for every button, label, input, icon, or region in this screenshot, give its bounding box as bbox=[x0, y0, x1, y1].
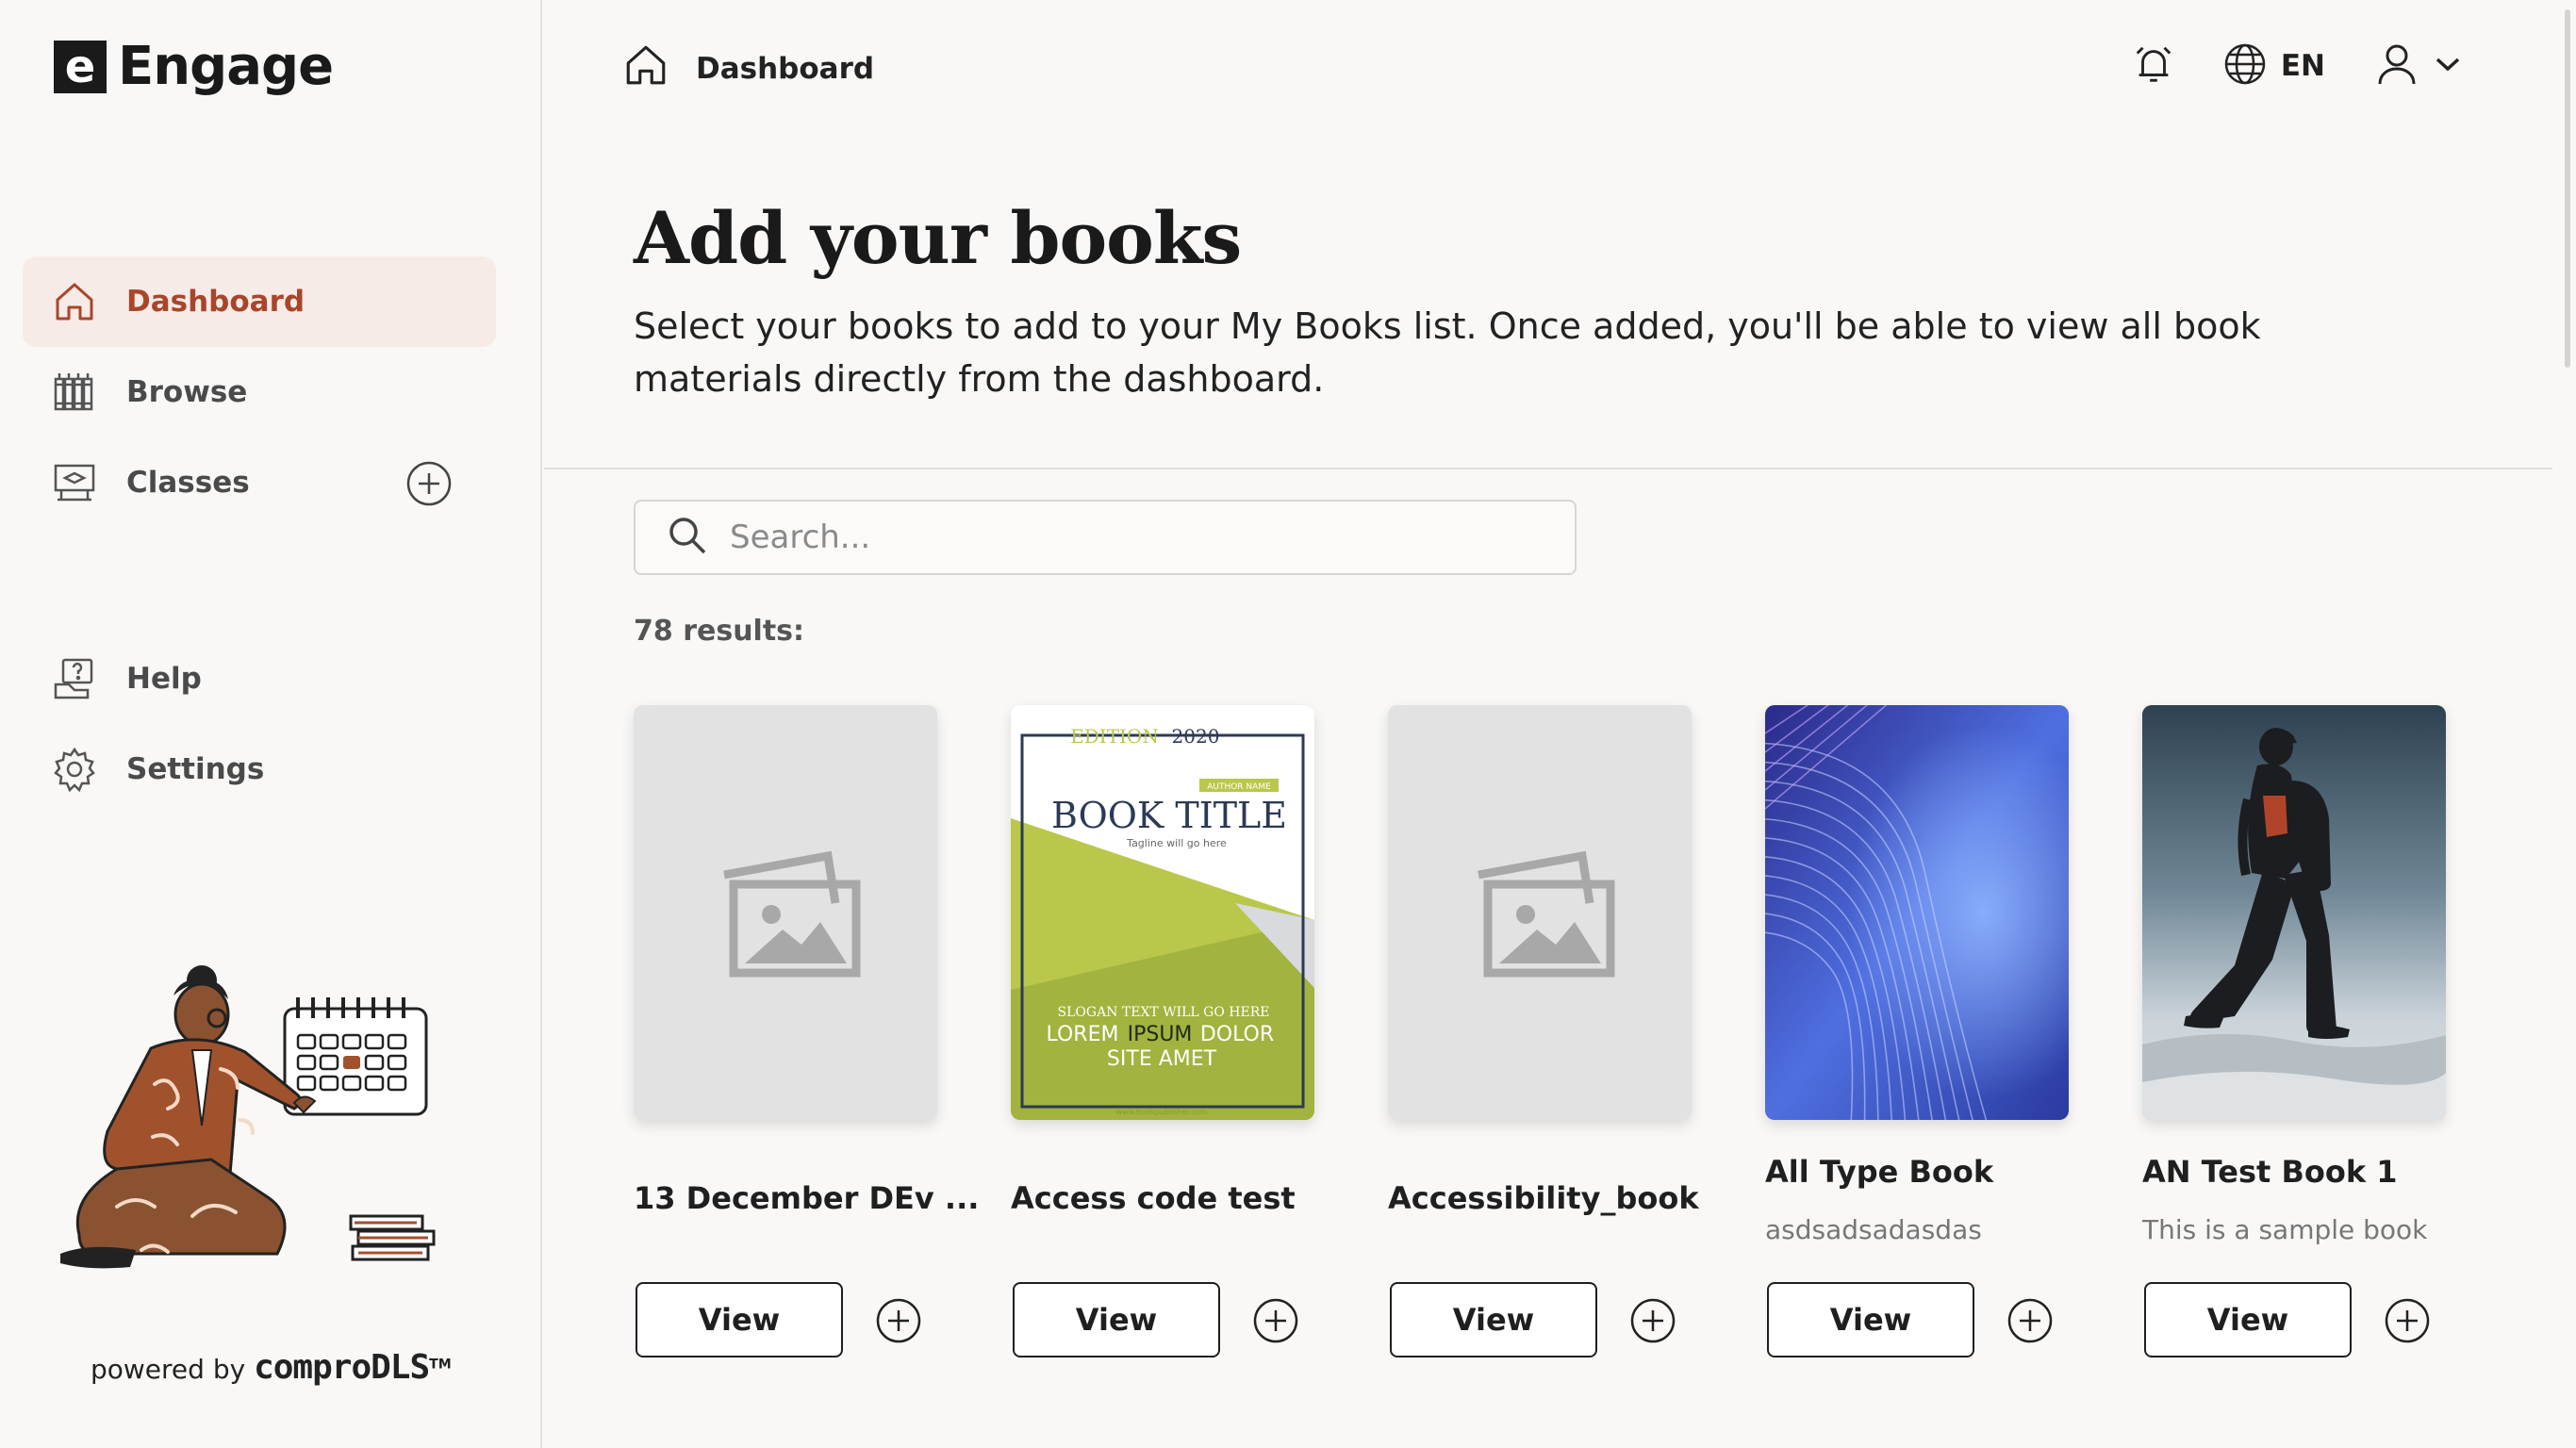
topbar-actions: EN bbox=[2132, 41, 2461, 90]
sidebar-item-label: Browse bbox=[126, 375, 248, 409]
sidebar: e Engage Dashboard Browse Classes Help S… bbox=[0, 0, 542, 1448]
results-count: 78 results: bbox=[634, 615, 805, 648]
cover-dolor: DOLOR bbox=[1200, 1023, 1274, 1046]
help-icon bbox=[51, 655, 98, 702]
logo-text: Engage bbox=[118, 36, 334, 97]
home-icon bbox=[622, 41, 669, 96]
sidebar-item-browse[interactable]: Browse bbox=[23, 347, 496, 437]
book-title[interactable]: Access code test bbox=[1011, 1180, 1296, 1216]
sidebar-nav: Dashboard Browse Classes bbox=[23, 256, 496, 528]
book-card: AUTHOR NAME EDITION 2020 BOOK TITLE Tagl… bbox=[1011, 705, 1314, 1358]
book-card: 13 December DEv ... View bbox=[634, 705, 979, 1358]
view-book-button[interactable]: View bbox=[1767, 1282, 1974, 1358]
language-selector[interactable]: EN bbox=[2281, 49, 2325, 83]
page-scrollbar[interactable] bbox=[2565, 9, 2570, 368]
sidebar-item-label: Help bbox=[126, 662, 202, 696]
add-book-button[interactable] bbox=[1252, 1297, 1299, 1344]
add-book-button[interactable] bbox=[875, 1297, 922, 1344]
hiker-image bbox=[2142, 705, 2446, 1120]
sidebar-item-dashboard[interactable]: Dashboard bbox=[23, 256, 496, 347]
book-title[interactable]: Accessibility_book bbox=[1388, 1180, 1699, 1216]
cover-site-amet: SITE AMET bbox=[1107, 1047, 1217, 1071]
user-icon[interactable] bbox=[2376, 42, 2418, 90]
cover-ipsum: IPSUM bbox=[1128, 1023, 1193, 1046]
search-icon bbox=[668, 516, 707, 559]
book-cover[interactable] bbox=[1765, 705, 2069, 1120]
powered-by-prefix: powered by bbox=[91, 1354, 246, 1385]
add-book-button[interactable] bbox=[2384, 1297, 2431, 1344]
book-card: All Type Book asdsadsadasdas View bbox=[1765, 705, 2069, 1358]
trademark: TM bbox=[429, 1357, 452, 1373]
search-box[interactable] bbox=[634, 500, 1577, 575]
sidebar-item-settings[interactable]: Settings bbox=[23, 724, 496, 814]
image-placeholder-icon bbox=[1388, 705, 1692, 1120]
view-book-button[interactable]: View bbox=[636, 1282, 843, 1358]
cover-tagline: Tagline will go here bbox=[1126, 837, 1227, 849]
view-book-button[interactable]: View bbox=[1013, 1282, 1220, 1358]
book-cover[interactable] bbox=[2142, 705, 2446, 1120]
book-subtitle: asdsadsadasdas bbox=[1765, 1214, 1982, 1245]
cover-author: AUTHOR NAME bbox=[1207, 782, 1271, 792]
classroom-icon bbox=[51, 459, 98, 506]
sidebar-item-label: Classes bbox=[126, 466, 250, 500]
add-class-button[interactable] bbox=[405, 460, 453, 515]
book-subtitle: This is a sample book bbox=[2142, 1214, 2428, 1245]
books-shelf-icon bbox=[51, 369, 98, 416]
book-cover-placeholder[interactable] bbox=[634, 705, 937, 1120]
search-input[interactable] bbox=[730, 518, 1541, 556]
sidebar-item-label: Settings bbox=[126, 752, 265, 786]
book-title[interactable]: All Type Book bbox=[1765, 1154, 1993, 1190]
cover-lorem: LOREM bbox=[1047, 1023, 1119, 1046]
sidebar-item-classes[interactable]: Classes bbox=[23, 437, 496, 528]
cover-slogan: SLOGAN TEXT WILL GO HERE bbox=[1058, 1005, 1270, 1020]
blue-waves-image bbox=[1765, 705, 2069, 1120]
page-description: Select your books to add to your My Book… bbox=[634, 305, 2261, 400]
gear-icon bbox=[51, 746, 98, 793]
divider bbox=[544, 468, 2552, 469]
logo-mark: e bbox=[54, 40, 107, 93]
view-book-button[interactable]: View bbox=[2144, 1282, 2352, 1358]
cover-book-title: BOOK TITLE bbox=[1051, 795, 1287, 836]
engage-logo[interactable]: e Engage bbox=[54, 36, 334, 97]
student-calendar-illustration bbox=[60, 952, 456, 1292]
book-card: AN Test Book 1 This is a sample book Vie… bbox=[2142, 705, 2446, 1358]
cover-year: 2020 bbox=[1172, 725, 1220, 748]
sidebar-item-help[interactable]: Help bbox=[23, 634, 496, 724]
globe-icon[interactable] bbox=[2222, 41, 2268, 90]
alarm-bell-icon[interactable] bbox=[2132, 42, 2175, 90]
book-title[interactable]: AN Test Book 1 bbox=[2142, 1154, 2398, 1190]
breadcrumb[interactable]: Dashboard bbox=[622, 41, 874, 96]
book-cover-placeholder[interactable] bbox=[1388, 705, 1692, 1120]
book-title[interactable]: 13 December DEv ... bbox=[634, 1180, 979, 1216]
image-placeholder-icon bbox=[634, 705, 937, 1120]
add-book-button[interactable] bbox=[1629, 1297, 1676, 1344]
compro-brand: comproDLS bbox=[254, 1348, 430, 1387]
book-card: Accessibility_book View bbox=[1388, 705, 1699, 1358]
chevron-down-icon[interactable] bbox=[2435, 55, 2461, 77]
breadcrumb-label: Dashboard bbox=[696, 52, 875, 86]
page-title: Add your books bbox=[634, 196, 1242, 280]
cover-url: www.bookpublisher.com bbox=[1116, 1108, 1208, 1116]
home-icon bbox=[51, 278, 98, 325]
book-cover[interactable]: AUTHOR NAME EDITION 2020 BOOK TITLE Tagl… bbox=[1011, 705, 1314, 1120]
add-book-button[interactable] bbox=[2006, 1297, 2054, 1344]
sidebar-secondary-nav: Help Settings bbox=[23, 634, 496, 814]
cover-edition: EDITION bbox=[1070, 725, 1159, 748]
view-book-button[interactable]: View bbox=[1390, 1282, 1597, 1358]
powered-by: powered by comproDLSTM bbox=[91, 1348, 452, 1387]
sidebar-item-label: Dashboard bbox=[126, 285, 305, 319]
